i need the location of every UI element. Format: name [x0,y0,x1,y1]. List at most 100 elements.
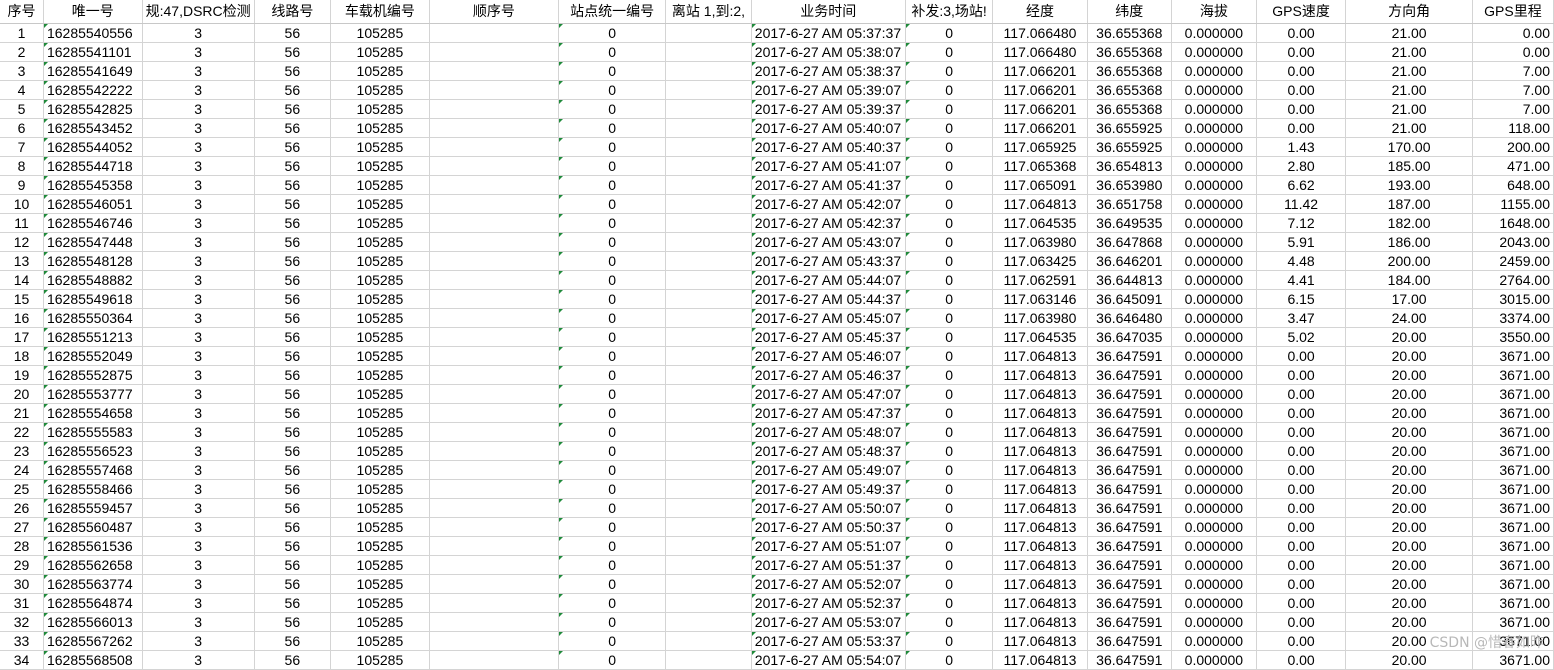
unique-id-cell[interactable]: 16285556523 [43,441,143,461]
dsrc-cell[interactable]: 3 [142,99,255,119]
heading-cell[interactable]: 20.00 [1345,517,1473,537]
gps-mileage-cell[interactable]: 3671.00 [1472,517,1554,537]
seq-cell[interactable]: 8 [0,156,44,176]
resend-cell[interactable]: 0 [905,612,994,632]
line-cell[interactable]: 56 [254,118,332,138]
latitude-cell[interactable]: 36.655368 [1087,99,1172,119]
line-cell[interactable]: 56 [254,308,332,328]
latitude-cell[interactable]: 36.655925 [1087,137,1172,157]
gps-speed-cell[interactable]: 2.80 [1256,156,1347,176]
station-id-cell[interactable]: 0 [558,232,667,252]
station-id-cell[interactable]: 0 [558,289,667,309]
order-cell[interactable] [429,99,560,119]
dsrc-cell[interactable]: 3 [142,42,255,62]
order-cell[interactable] [429,23,560,43]
gps-speed-cell[interactable]: 0.00 [1256,441,1347,461]
depart-arrive-cell[interactable] [665,631,752,651]
heading-cell[interactable]: 21.00 [1345,61,1473,81]
seq-cell[interactable]: 34 [0,650,44,670]
heading-cell[interactable]: 20.00 [1345,555,1473,575]
depart-arrive-cell[interactable] [665,118,752,138]
depart-arrive-cell[interactable] [665,232,752,252]
depart-arrive-cell[interactable] [665,346,752,366]
depart-arrive-cell[interactable] [665,308,752,328]
depart-arrive-cell[interactable] [665,213,752,233]
order-cell[interactable] [429,441,560,461]
gps-mileage-cell[interactable]: 3374.00 [1472,308,1554,328]
gps-mileage-cell[interactable]: 2764.00 [1472,270,1554,290]
unique-id-cell[interactable]: 16285559457 [43,498,143,518]
altitude-cell[interactable]: 0.000000 [1171,403,1257,423]
longitude-cell[interactable]: 117.062591 [992,270,1088,290]
seq-cell[interactable]: 28 [0,536,44,556]
device-cell[interactable]: 105285 [330,365,430,385]
dsrc-cell[interactable]: 3 [142,517,255,537]
device-cell[interactable]: 105285 [330,270,430,290]
order-cell[interactable] [429,460,560,480]
station-id-cell[interactable]: 0 [558,422,667,442]
heading-cell[interactable]: 20.00 [1345,498,1473,518]
order-cell[interactable] [429,650,560,670]
resend-cell[interactable]: 0 [905,156,994,176]
order-cell[interactable] [429,593,560,613]
order-cell[interactable] [429,137,560,157]
seq-cell[interactable]: 18 [0,346,44,366]
device-cell[interactable]: 105285 [330,631,430,651]
depart-arrive-cell[interactable] [665,270,752,290]
altitude-cell[interactable]: 0.000000 [1171,460,1257,480]
altitude-cell[interactable]: 0.000000 [1171,498,1257,518]
device-cell[interactable]: 105285 [330,118,430,138]
gps-mileage-cell[interactable]: 3015.00 [1472,289,1554,309]
time-cell[interactable]: 2017-6-27 AM 05:43:07 [751,232,906,252]
line-cell[interactable]: 56 [254,251,332,271]
col-time-header[interactable]: 业务时间 [751,0,906,24]
latitude-cell[interactable]: 36.647591 [1087,346,1172,366]
altitude-cell[interactable]: 0.000000 [1171,99,1257,119]
order-cell[interactable] [429,270,560,290]
latitude-cell[interactable]: 36.655925 [1087,118,1172,138]
resend-cell[interactable]: 0 [905,289,994,309]
gps-speed-cell[interactable]: 0.00 [1256,612,1347,632]
seq-cell[interactable]: 20 [0,384,44,404]
col-dsrc-header[interactable]: 规:47,DSRC检测 [142,0,255,24]
latitude-cell[interactable]: 36.654813 [1087,156,1172,176]
station-id-cell[interactable]: 0 [558,498,667,518]
latitude-cell[interactable]: 36.647868 [1087,232,1172,252]
altitude-cell[interactable]: 0.000000 [1171,422,1257,442]
station-id-cell[interactable]: 0 [558,650,667,670]
latitude-cell[interactable]: 36.647591 [1087,631,1172,651]
latitude-cell[interactable]: 36.647591 [1087,517,1172,537]
dsrc-cell[interactable]: 3 [142,213,255,233]
unique-id-cell[interactable]: 16285551213 [43,327,143,347]
order-cell[interactable] [429,346,560,366]
time-cell[interactable]: 2017-6-27 AM 05:40:07 [751,118,906,138]
time-cell[interactable]: 2017-6-27 AM 05:44:07 [751,270,906,290]
device-cell[interactable]: 105285 [330,308,430,328]
unique-id-cell[interactable]: 16285561536 [43,536,143,556]
longitude-cell[interactable]: 117.063146 [992,289,1088,309]
line-cell[interactable]: 56 [254,384,332,404]
longitude-cell[interactable]: 117.064813 [992,441,1088,461]
unique-id-cell[interactable]: 16285549618 [43,289,143,309]
station-id-cell[interactable]: 0 [558,479,667,499]
altitude-cell[interactable]: 0.000000 [1171,80,1257,100]
latitude-cell[interactable]: 36.655368 [1087,42,1172,62]
heading-cell[interactable]: 20.00 [1345,574,1473,594]
seq-cell[interactable]: 24 [0,460,44,480]
order-cell[interactable] [429,612,560,632]
gps-speed-cell[interactable]: 0.00 [1256,650,1347,670]
unique-id-cell[interactable]: 16285541649 [43,61,143,81]
col-gps-mileage-header[interactable]: GPS里程 [1472,0,1554,24]
device-cell[interactable]: 105285 [330,289,430,309]
latitude-cell[interactable]: 36.647591 [1087,422,1172,442]
heading-cell[interactable]: 20.00 [1345,365,1473,385]
unique-id-cell[interactable]: 16285562658 [43,555,143,575]
heading-cell[interactable]: 20.00 [1345,422,1473,442]
device-cell[interactable]: 105285 [330,650,430,670]
gps-speed-cell[interactable]: 4.41 [1256,270,1347,290]
heading-cell[interactable]: 24.00 [1345,308,1473,328]
seq-cell[interactable]: 17 [0,327,44,347]
resend-cell[interactable]: 0 [905,194,994,214]
dsrc-cell[interactable]: 3 [142,460,255,480]
heading-cell[interactable]: 21.00 [1345,42,1473,62]
